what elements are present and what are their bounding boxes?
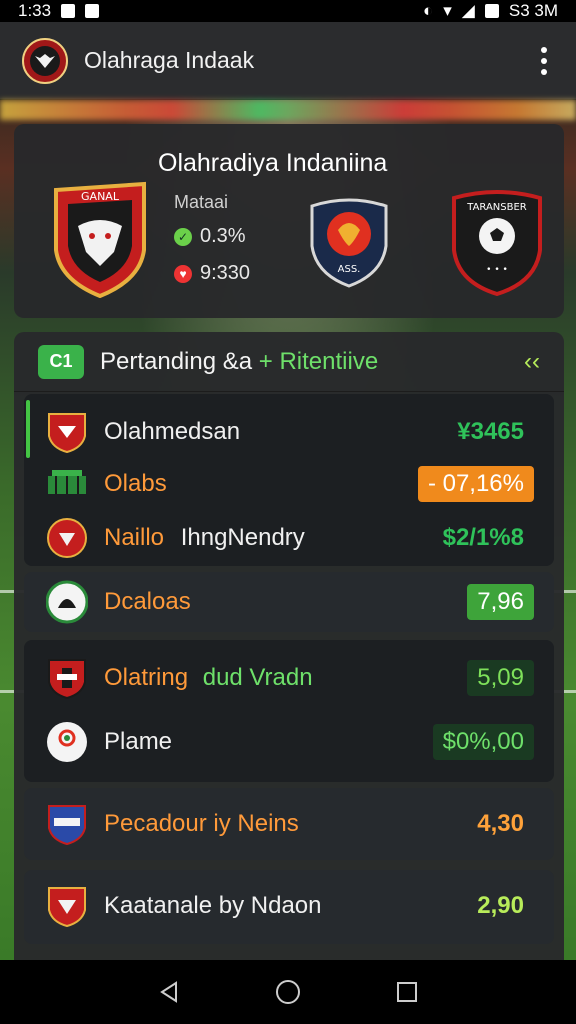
list-item-label: Olabs [104,470,167,497]
match-stat-row: ✓ 0.3% [174,225,250,248]
list-item-value: $0%,00 [432,724,534,760]
list-header-badge: C1 [38,344,84,379]
svg-text:ASS.: ASS. [338,264,361,275]
check-icon: ✓ [174,227,192,246]
status-clock: S3 3M [508,1,558,20]
stadium-lights [0,100,576,120]
list-item-value: $2/1%8 [442,524,524,551]
app-logo-icon [22,37,68,84]
team-crest-icon [48,659,86,700]
notification-icon [61,4,76,18]
list-header: C1 Pertanding &a + Ritentiive ‹‹ [14,332,564,392]
list-item-label-b: dud Vradn [202,664,313,691]
list-item[interactable]: Naillo IhngNendry $2/1%8 [24,510,554,566]
team-crest-icon [46,580,88,624]
list-item-value: ¥3465 [457,418,524,445]
list-header-title-text: Pertanding &a [100,347,253,375]
middle-crest-icon: ASS. [310,198,388,288]
list-header-accent: + Ritentiive [258,347,379,375]
list-item[interactable]: Pecadour iy Neins 4,30 [24,796,554,852]
list-item-value: 5,09 [467,660,534,696]
list-item-value: 7,96 [467,584,534,620]
list-item-label-b: IhngNendry [180,524,305,551]
list-item-value: - 07,16% [417,466,534,502]
list-item[interactable]: Olabs - 07,16% [24,456,554,512]
status-bar: 1:33 ◐ ▾ ◢ S3 3M [0,0,576,22]
list-item[interactable]: Olatring dud Vradn 5,09 [24,650,554,706]
battery-icon [484,4,499,18]
list-group: Olatring dud Vradn 5,09 Plame $0%,00 [24,640,554,782]
list-item-label: Olahmedsan [104,418,241,445]
list-group: Kaatanale by Ndaon 2,90 [24,870,554,944]
match-card[interactable]: Olahradiya Indaniina GANAL Mataai ✓ 0.3%… [14,124,564,318]
svg-text:GANAL: GANAL [81,190,120,203]
notification-icon-2 [85,4,100,18]
heart-icon: ♥ [174,264,192,283]
match-stat-1: 0.3% [200,225,246,247]
list-item-label: Dcaloas [104,588,191,615]
system-nav-bar [0,960,576,1024]
list-item-label-a: Naillo [104,524,165,551]
overflow-menu-icon[interactable] [534,46,554,75]
list-group: Pecadour iy Neins 4,30 [24,788,554,860]
list-item[interactable]: Kaatanale by Ndaon 2,90 [24,878,554,934]
match-label: Mataai [174,192,229,212]
svg-text:TARANSBER: TARANSBER [466,202,527,213]
svg-text:• • •: • • • [486,265,508,275]
app-bar: Olahraga Indaak [0,22,576,100]
match-title: Olahradiya Indaniina [158,149,388,177]
app-title: Olahraga Indaak [84,47,255,73]
list-group: Olahmedsan ¥3465 Olabs - 07,16% Naillo I… [24,394,554,566]
match-info: Mataai ✓ 0.3% ♥ 9:330 [174,192,250,299]
list-item-label: Naillo IhngNendry [104,524,305,552]
team-crest-icon [48,887,86,928]
home-team-crest-icon: GANAL [54,181,146,298]
away-team-crest-icon: TARANSBER • • • [452,190,542,296]
list-item[interactable]: Olahmedsan ¥3465 [24,404,554,460]
match-stat-row: ♥ 9:330 [174,262,250,285]
alarm-icon: ◐ [422,1,434,20]
home-icon[interactable] [273,977,303,1007]
list-item[interactable]: Dcaloas 7,96 [24,574,554,630]
list-group: Dcaloas 7,96 [24,572,554,632]
wifi-icon: ▾ [443,1,452,20]
list-item-label-a: Olatring [104,664,189,691]
signal-icon: ◢ [461,1,475,20]
status-time: 1:33 [18,1,52,20]
list-item-value: 4,30 [477,810,524,837]
club-logo-icon [47,722,87,762]
match-stat-2: 9:330 [200,262,251,284]
list-item-label: Kaatanale by Ndaon [104,892,322,919]
list-item-label: Pecadour iy Neins [104,810,299,837]
team-crest-icon [48,805,86,846]
team-crest-icon [47,518,87,558]
list-item-value: 2,90 [477,892,524,919]
list-item[interactable]: Plame $0%,00 [24,714,554,770]
back-icon[interactable] [154,977,184,1007]
list-item-label: Plame [104,728,173,755]
list-item-label: Olatring dud Vradn [104,664,313,692]
collapse-icon[interactable]: ‹‹ [524,348,540,376]
team-crest-icon [48,413,86,454]
list-header-title: Pertanding &a + Ritentiive [100,348,378,376]
stadium-icon [48,470,86,494]
ranking-list-panel: C1 Pertanding &a + Ritentiive ‹‹ Olahmed… [14,332,564,960]
recents-icon[interactable] [392,977,422,1007]
